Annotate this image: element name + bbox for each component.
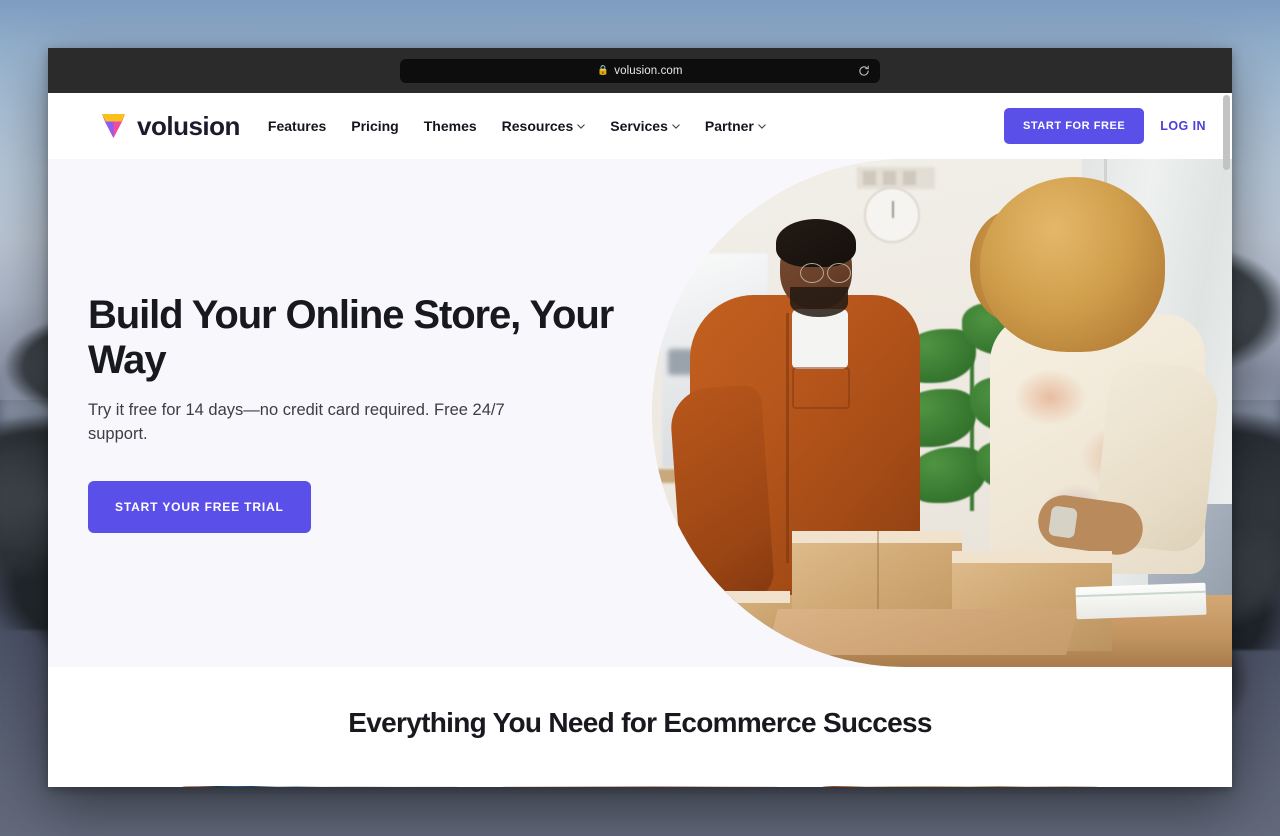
nav-item-resources[interactable]: Resources xyxy=(502,118,586,134)
hero-copy: Build Your Online Store, Your Way Try it… xyxy=(88,159,648,667)
nav-label: Resources xyxy=(501,118,574,134)
header-actions: START FOR FREE LOG IN xyxy=(1004,108,1206,144)
start-for-free-button[interactable]: START FOR FREE xyxy=(1004,108,1145,144)
main-nav: Features Pricing Themes Resources Servic… xyxy=(268,118,766,134)
nav-item-partner[interactable]: Partner xyxy=(705,118,766,134)
chevron-down-icon xyxy=(672,123,680,129)
chevron-down-icon xyxy=(577,123,585,129)
nav-label: Services xyxy=(610,118,668,134)
nav-item-features[interactable]: Features xyxy=(268,118,326,134)
lock-icon: 🔒 xyxy=(597,64,610,76)
feature-cards xyxy=(48,786,1232,787)
chevron-down-icon xyxy=(758,123,766,129)
hero-image xyxy=(652,159,1232,667)
hero-image-flat-cardboard xyxy=(766,609,1078,655)
nav-label: Partner xyxy=(704,118,754,134)
hero-section: Build Your Online Store, Your Way Try it… xyxy=(48,159,1232,667)
features-section: Everything You Need for Ecommerce Succes… xyxy=(48,667,1232,787)
browser-chrome: 🔒 volusion.com xyxy=(48,48,1232,93)
features-title: Everything You Need for Ecommerce Succes… xyxy=(348,707,932,738)
hero-image-shelf xyxy=(857,167,935,189)
start-your-free-trial-button[interactable]: START YOUR FREE TRIAL xyxy=(88,480,311,533)
nav-item-services[interactable]: Services xyxy=(610,118,680,134)
hero-image-notebooks xyxy=(1075,582,1207,620)
feature-card-3[interactable] xyxy=(816,786,1104,787)
address-bar[interactable]: 🔒 volusion.com xyxy=(400,58,880,83)
hero-subtitle: Try it free for 14 days—no credit card r… xyxy=(88,400,505,443)
nav-item-themes[interactable]: Themes xyxy=(424,118,477,134)
brand-name: volusion xyxy=(137,110,240,141)
address-bar-text: 🔒 volusion.com xyxy=(597,65,682,77)
page-viewport: volusion Features Pricing Themes Resourc… xyxy=(48,93,1232,787)
page-scrollbar[interactable] xyxy=(1223,95,1230,785)
reload-icon[interactable] xyxy=(858,65,870,77)
volusion-gem-logo-icon xyxy=(102,114,125,138)
nav-item-pricing[interactable]: Pricing xyxy=(351,118,398,134)
feature-card-1[interactable] xyxy=(176,786,464,787)
hero-title: Build Your Online Store, Your Way xyxy=(88,293,614,383)
log-in-link[interactable]: LOG IN xyxy=(1160,119,1206,133)
url-value: volusion.com xyxy=(614,64,683,77)
nav-label: Themes xyxy=(423,118,477,134)
brand-logo[interactable]: volusion xyxy=(100,111,240,142)
site-header: volusion Features Pricing Themes Resourc… xyxy=(48,93,1232,159)
browser-window: 🔒 volusion.com volusion Features Pricing… xyxy=(48,48,1232,787)
scrollbar-thumb[interactable] xyxy=(1223,95,1230,170)
nav-label: Features xyxy=(267,118,327,134)
feature-card-2[interactable] xyxy=(496,786,784,787)
nav-label: Pricing xyxy=(351,118,399,134)
